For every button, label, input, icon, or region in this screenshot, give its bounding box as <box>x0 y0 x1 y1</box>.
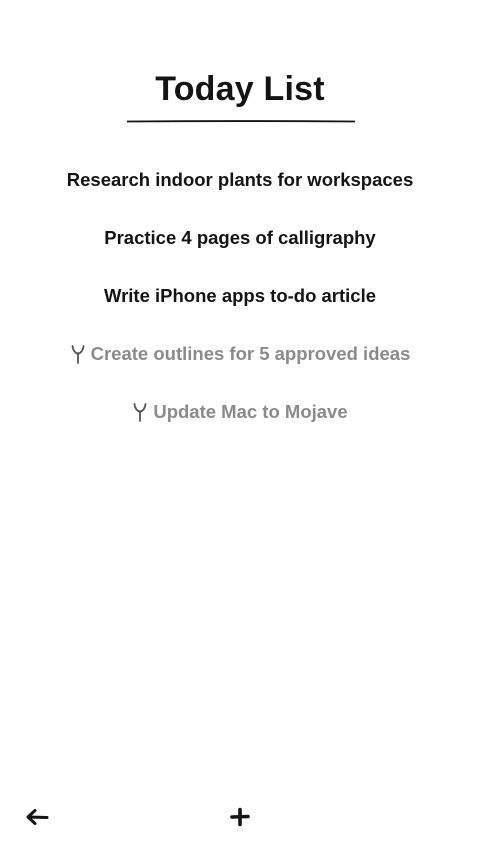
plus-icon <box>230 807 250 827</box>
task-label: Create outlines for 5 approved ideas <box>90 343 411 364</box>
arrow-left-icon <box>26 809 49 825</box>
title-underline <box>127 120 355 123</box>
page-title: Today List <box>155 70 325 108</box>
task-list: Research indoor plants for workspaces Pr… <box>0 166 480 456</box>
task-label: Practice 4 pages of calligraphy <box>104 227 376 248</box>
task-item[interactable]: Practice 4 pages of calligraphy <box>0 224 480 282</box>
sprout-icon <box>71 345 85 364</box>
task-item-completed[interactable]: Update Mac to Mojave <box>0 398 480 456</box>
task-item-completed[interactable]: Create outlines for 5 approved ideas <box>0 340 480 398</box>
task-item[interactable]: Research indoor plants for workspaces <box>0 166 480 224</box>
add-task-button[interactable] <box>226 805 254 829</box>
task-item[interactable]: Write iPhone apps to-do article <box>0 282 480 340</box>
sprout-icon <box>133 403 147 422</box>
back-button[interactable] <box>23 805 51 829</box>
task-label: Write iPhone apps to-do article <box>103 285 377 306</box>
task-label: Update Mac to Mojave <box>153 401 348 422</box>
task-label: Research indoor plants for workspaces <box>66 169 414 190</box>
